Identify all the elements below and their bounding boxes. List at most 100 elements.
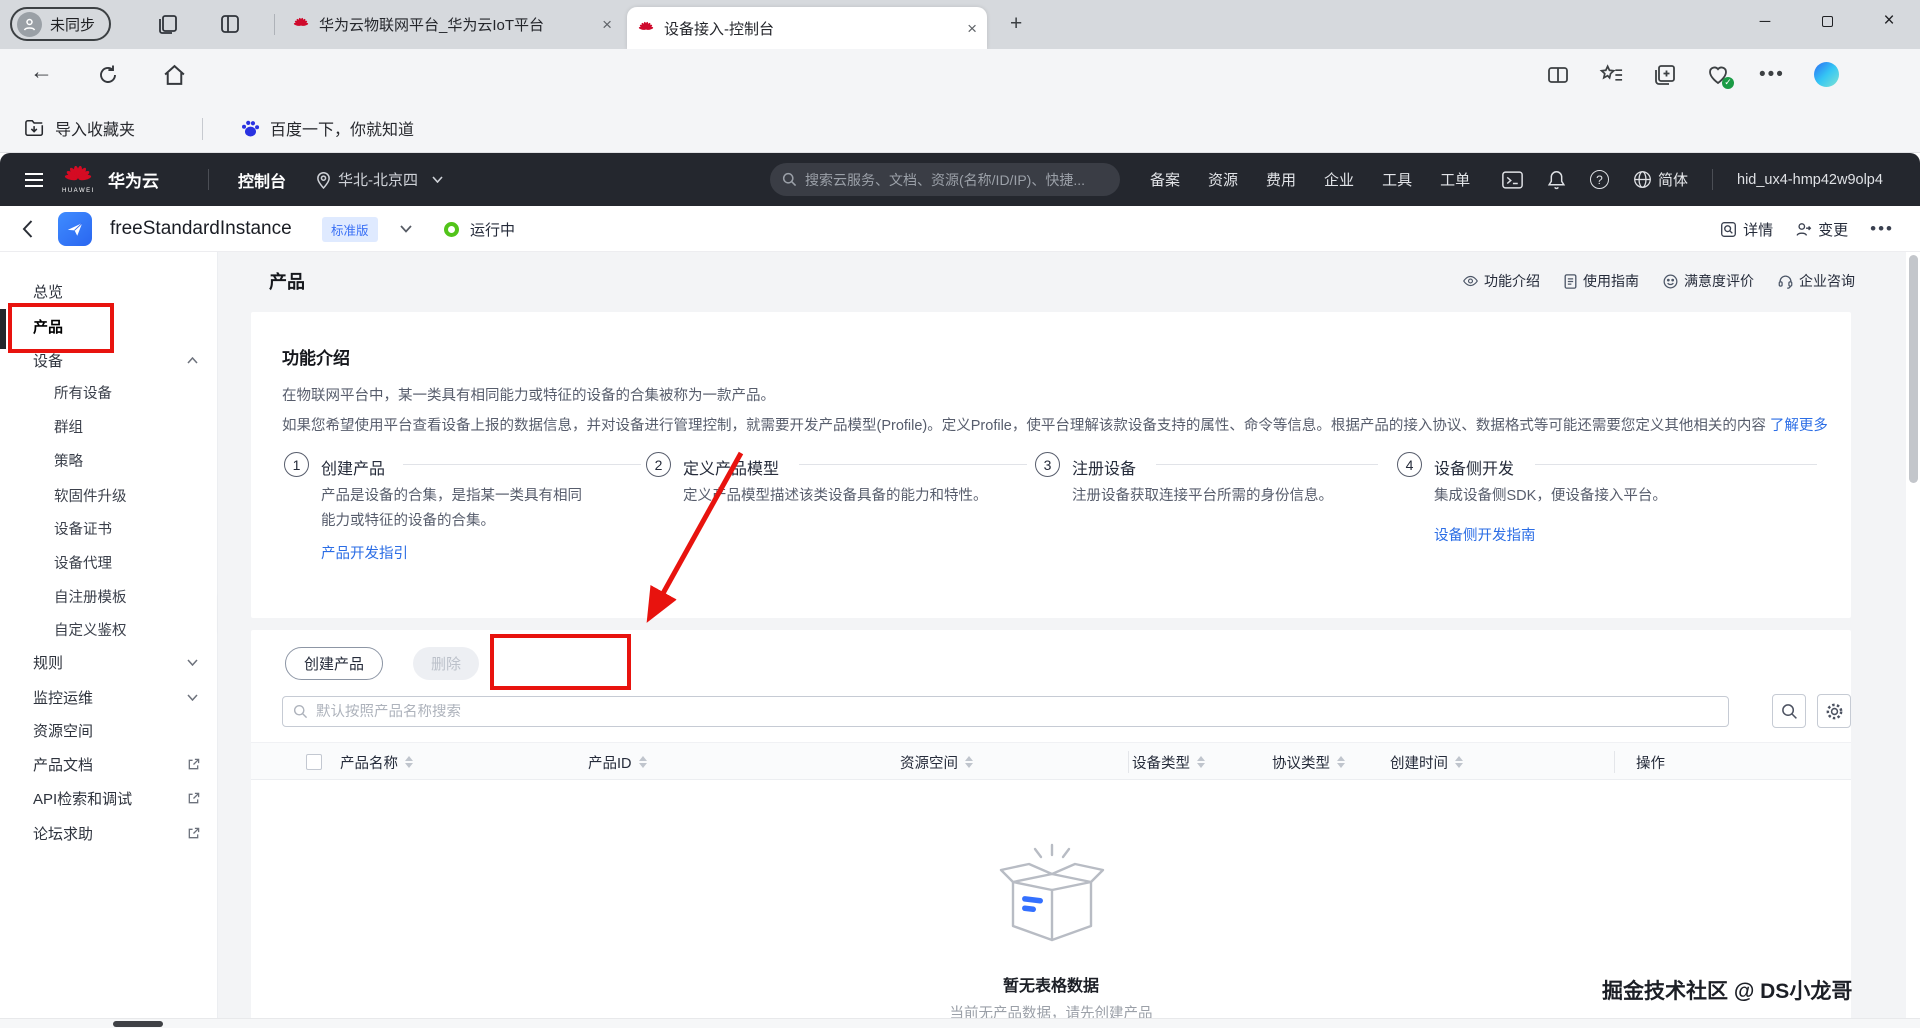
step-desc: 注册设备获取连接平台所需的身份信息。: [1072, 488, 1333, 504]
vertical-tabs-icon[interactable]: [218, 12, 242, 36]
product-dev-guide-link[interactable]: 产品开发指引: [321, 542, 408, 563]
region-chevron-icon[interactable]: [432, 153, 443, 206]
nav-link-ticket[interactable]: 工单: [1440, 169, 1470, 190]
horizontal-scrollbar-thumb[interactable]: [113, 1021, 163, 1027]
sort-icon[interactable]: [638, 756, 647, 768]
region-selector[interactable]: 华北-北京四: [338, 153, 418, 206]
column-create-time[interactable]: 创建时间: [1390, 743, 1463, 781]
column-product-name[interactable]: 产品名称: [340, 743, 413, 781]
hamburger-menu-icon[interactable]: [24, 153, 44, 206]
feature-intro-link[interactable]: 功能介绍: [1463, 271, 1540, 291]
sidebar-item-resource-space[interactable]: 资源空间: [0, 713, 218, 747]
enterprise-consult-link[interactable]: 企业咨询: [1778, 271, 1855, 291]
sidebar-item-all-devices[interactable]: 所有设备: [0, 375, 218, 409]
column-product-id[interactable]: 产品ID: [588, 743, 647, 781]
instance-name: freeStandardInstance: [110, 218, 292, 239]
sidebar-item-monitoring[interactable]: 监控运维: [0, 680, 218, 714]
nav-link-tools[interactable]: 工具: [1382, 169, 1412, 190]
sidebar-item-api-explorer[interactable]: API检索和调试: [0, 781, 218, 815]
sidebar-item-rules[interactable]: 规则: [0, 645, 218, 679]
notifications-bell-icon[interactable]: [1547, 170, 1566, 190]
language-selector[interactable]: 简体: [1633, 169, 1688, 190]
new-tab-button[interactable]: +: [1010, 13, 1022, 34]
sidebar-item-device-proxy[interactable]: 设备代理: [0, 545, 218, 579]
settings-more-icon[interactable]: •••: [1759, 64, 1785, 86]
sidebar-item-groups[interactable]: 群组: [0, 409, 218, 443]
sidebar-item-device-certificate[interactable]: 设备证书: [0, 511, 218, 545]
sort-icon[interactable]: [965, 756, 973, 768]
nav-link-billing[interactable]: 费用: [1266, 169, 1296, 190]
back-icon[interactable]: ←: [30, 58, 53, 85]
close-button[interactable]: ×: [1858, 0, 1920, 42]
tab-device-console[interactable]: 设备接入-控制台 ×: [627, 7, 987, 49]
change-button[interactable]: 变更: [1795, 219, 1848, 240]
delete-button[interactable]: 删除: [413, 647, 479, 680]
vertical-scrollbar[interactable]: [1909, 255, 1918, 483]
search-button[interactable]: [1772, 694, 1806, 728]
sidebar: 总览 产品 设备 所有设备 群组 策略 软固件升级 设备证书 设备代理 自注册模…: [0, 252, 218, 1018]
tab-close-icon[interactable]: ×: [602, 16, 612, 33]
detail-button[interactable]: 详情: [1720, 219, 1773, 240]
instance-chevron-icon[interactable]: [400, 206, 412, 252]
sort-icon[interactable]: [405, 756, 413, 768]
refresh-icon[interactable]: [96, 63, 120, 87]
browser-profile-button[interactable]: 未同步: [10, 7, 112, 41]
copilot-icon[interactable]: [1813, 62, 1839, 87]
intro-paragraph-2: 如果您希望使用平台查看设备上报的数据信息，并对设备进行管理控制，就需要开发产品模…: [282, 418, 1828, 434]
nav-link-resources[interactable]: 资源: [1208, 169, 1238, 190]
huawei-logo[interactable]: HUAWEI: [62, 153, 95, 206]
sidebar-item-firmware-upgrade[interactable]: 软固件升级: [0, 478, 218, 512]
tab-close-icon[interactable]: ×: [967, 20, 977, 37]
select-all-checkbox[interactable]: [306, 754, 322, 770]
account-id[interactable]: hid_ux4-hmp42w9olp4: [1737, 172, 1883, 188]
create-product-button[interactable]: 创建产品: [285, 647, 383, 680]
sidebar-item-self-registration-template[interactable]: 自注册模板: [0, 579, 218, 613]
import-favorites-button[interactable]: 导入收藏夹: [24, 116, 135, 140]
device-dev-guide-link[interactable]: 设备侧开发指南: [1434, 524, 1536, 545]
sort-icon[interactable]: [1455, 756, 1463, 768]
instance-status: 运行中: [470, 221, 516, 239]
collections-icon[interactable]: [1653, 63, 1677, 87]
nav-divider: [208, 169, 209, 190]
learn-more-link[interactable]: 了解更多: [1770, 418, 1828, 434]
nav-link-enterprise[interactable]: 企业: [1324, 169, 1354, 190]
more-actions-icon[interactable]: •••: [1870, 219, 1894, 239]
brand-label[interactable]: 华为云: [108, 153, 159, 206]
globe-icon: [1634, 171, 1651, 188]
favorites-list-icon[interactable]: [1599, 63, 1624, 87]
tab-groups-icon[interactable]: [156, 12, 180, 36]
intro-title: 功能介绍: [282, 349, 350, 368]
column-resource-space[interactable]: 资源空间: [900, 743, 973, 781]
sidebar-item-policy[interactable]: 策略: [0, 443, 218, 477]
browser-essentials-icon[interactable]: ✓: [1706, 63, 1734, 89]
bookmark-baidu[interactable]: 百度一下，你就知道: [240, 116, 414, 140]
change-person-icon: [1796, 222, 1812, 236]
sidebar-item-forum-help[interactable]: 论坛求助: [0, 816, 218, 850]
user-guide-link[interactable]: 使用指南: [1564, 271, 1639, 291]
cloud-search-box[interactable]: [770, 163, 1120, 196]
sidebar-item-product-docs[interactable]: 产品文档: [0, 747, 218, 781]
sort-icon[interactable]: [1337, 756, 1345, 768]
sidebar-item-custom-auth[interactable]: 自定义鉴权: [0, 612, 218, 646]
table-settings-button[interactable]: [1817, 694, 1851, 728]
horizontal-scrollbar[interactable]: [0, 1018, 1920, 1028]
maximize-button[interactable]: [1796, 0, 1858, 42]
back-chevron-icon[interactable]: [22, 206, 33, 252]
column-device-type[interactable]: 设备类型: [1132, 743, 1205, 781]
help-icon[interactable]: ?: [1590, 170, 1609, 189]
profile-label: 未同步: [50, 16, 96, 34]
nav-link-beian[interactable]: 备案: [1150, 169, 1180, 190]
split-screen-icon[interactable]: [1546, 63, 1570, 87]
cloud-shell-icon[interactable]: [1502, 170, 1523, 189]
minimize-button[interactable]: ─: [1734, 0, 1796, 42]
cloud-search-input[interactable]: [805, 171, 1108, 188]
product-search-box[interactable]: [282, 696, 1729, 727]
column-protocol-type[interactable]: 协议类型: [1272, 743, 1345, 781]
search-icon: [1781, 703, 1797, 719]
tab-iot-platform[interactable]: 华为云物联网平台_华为云IoT平台 ×: [282, 0, 622, 49]
home-icon[interactable]: [162, 63, 187, 88]
product-search-input[interactable]: [316, 703, 1718, 720]
console-label[interactable]: 控制台: [238, 153, 286, 206]
satisfaction-survey-link[interactable]: 满意度评价: [1663, 271, 1754, 291]
sort-icon[interactable]: [1197, 756, 1205, 768]
